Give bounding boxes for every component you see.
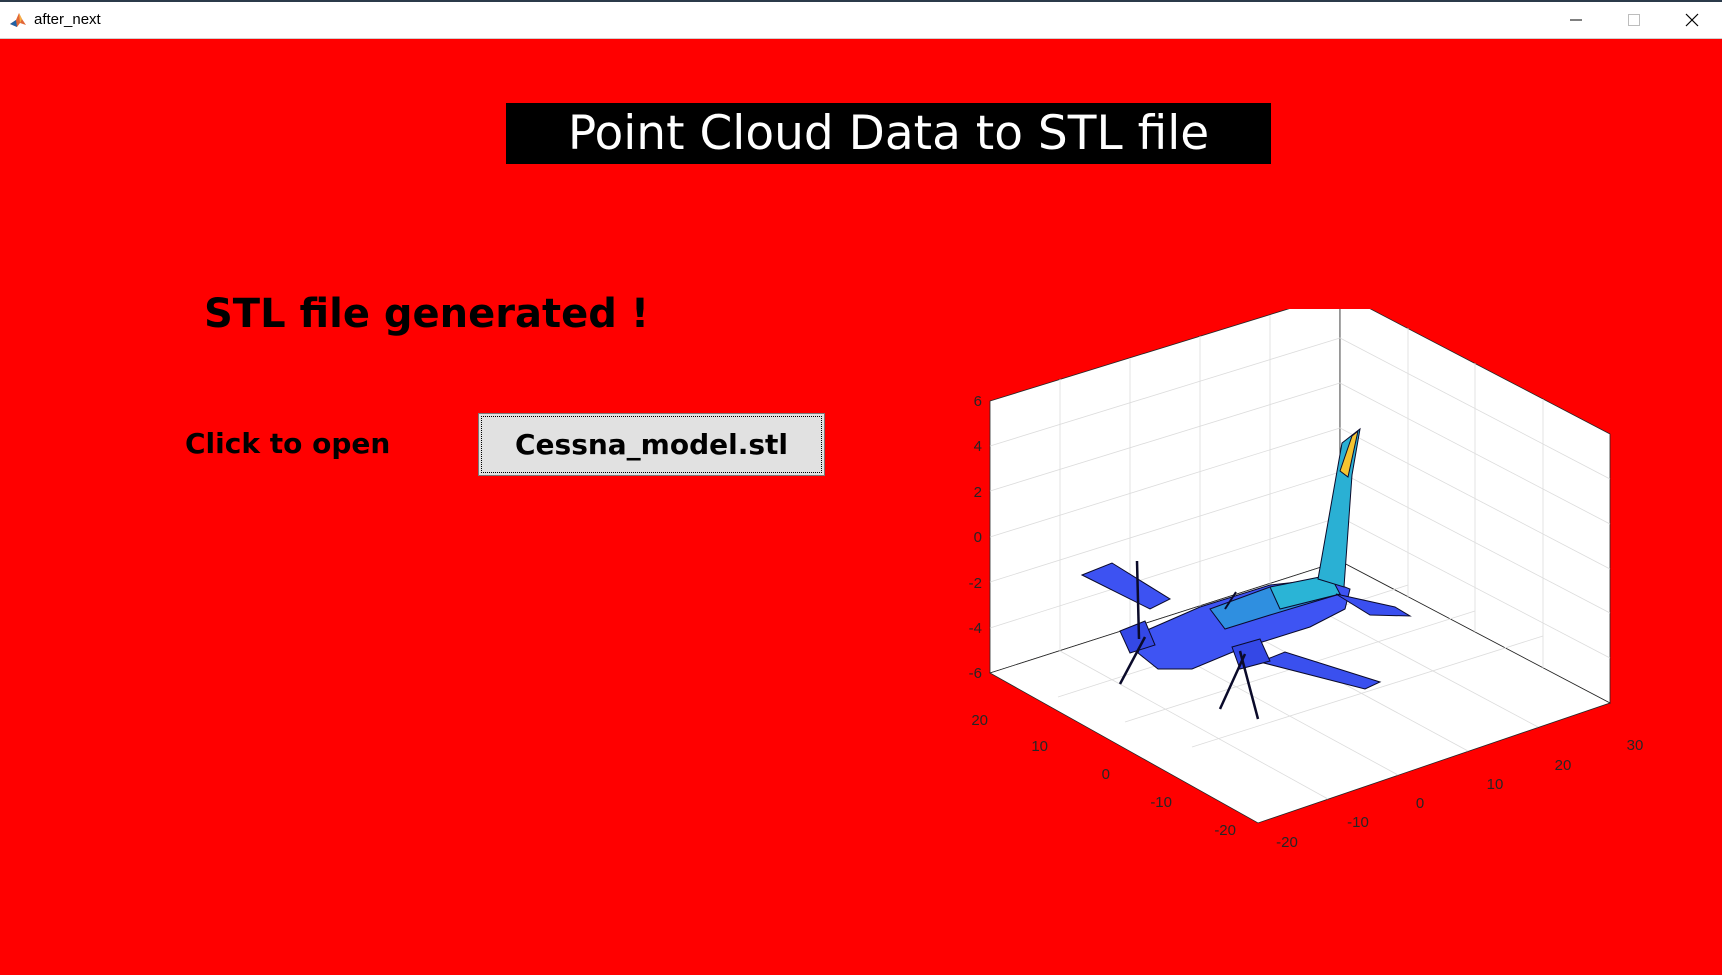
z-axis: 6 4 2 0 -2 -4 -6 <box>969 393 982 682</box>
open-file-label: Click to open <box>185 427 391 460</box>
status-message: STL file generated ! <box>204 291 650 337</box>
minimize-button[interactable] <box>1547 0 1605 39</box>
z-tick-label: 6 <box>974 393 982 410</box>
minimize-icon <box>1570 19 1582 21</box>
close-icon <box>1685 13 1699 27</box>
y-tick-label: -10 <box>1150 794 1172 811</box>
z-tick-label: -2 <box>969 575 982 592</box>
z-tick-label: -4 <box>969 620 982 637</box>
x-tick-label: -10 <box>1347 814 1369 831</box>
y-tick-label: -20 <box>1214 822 1236 839</box>
y-tick-label: 10 <box>1031 738 1048 755</box>
window-titlebar: after_next <box>0 0 1722 39</box>
z-tick-label: -6 <box>969 665 982 682</box>
maximize-icon <box>1628 14 1640 26</box>
page-title: Point Cloud Data to STL file <box>506 103 1271 164</box>
maximize-button[interactable] <box>1605 0 1663 39</box>
x-tick-label: 10 <box>1487 776 1504 793</box>
x-tick-label: 0 <box>1416 795 1424 812</box>
x-tick-label: 30 <box>1627 737 1644 754</box>
y-tick-label: 20 <box>971 712 988 729</box>
stl-3d-plot[interactable]: 6 4 2 0 -2 -4 -6 20 10 0 -10 -20 -20 -10… <box>940 309 1670 869</box>
matlab-icon <box>8 10 28 30</box>
figure-window: Point Cloud Data to STL file STL file ge… <box>0 39 1722 975</box>
x-tick-label: -20 <box>1276 834 1298 851</box>
open-stl-button[interactable]: Cessna_model.stl <box>478 413 825 476</box>
x-tick-label: 20 <box>1555 757 1572 774</box>
z-tick-label: 0 <box>974 529 982 546</box>
z-tick-label: 2 <box>974 484 982 501</box>
close-button[interactable] <box>1663 0 1721 39</box>
z-tick-label: 4 <box>974 438 982 455</box>
y-tick-label: 0 <box>1102 766 1110 783</box>
taskbar-edge <box>0 0 1722 2</box>
window-title: after_next <box>34 11 101 28</box>
